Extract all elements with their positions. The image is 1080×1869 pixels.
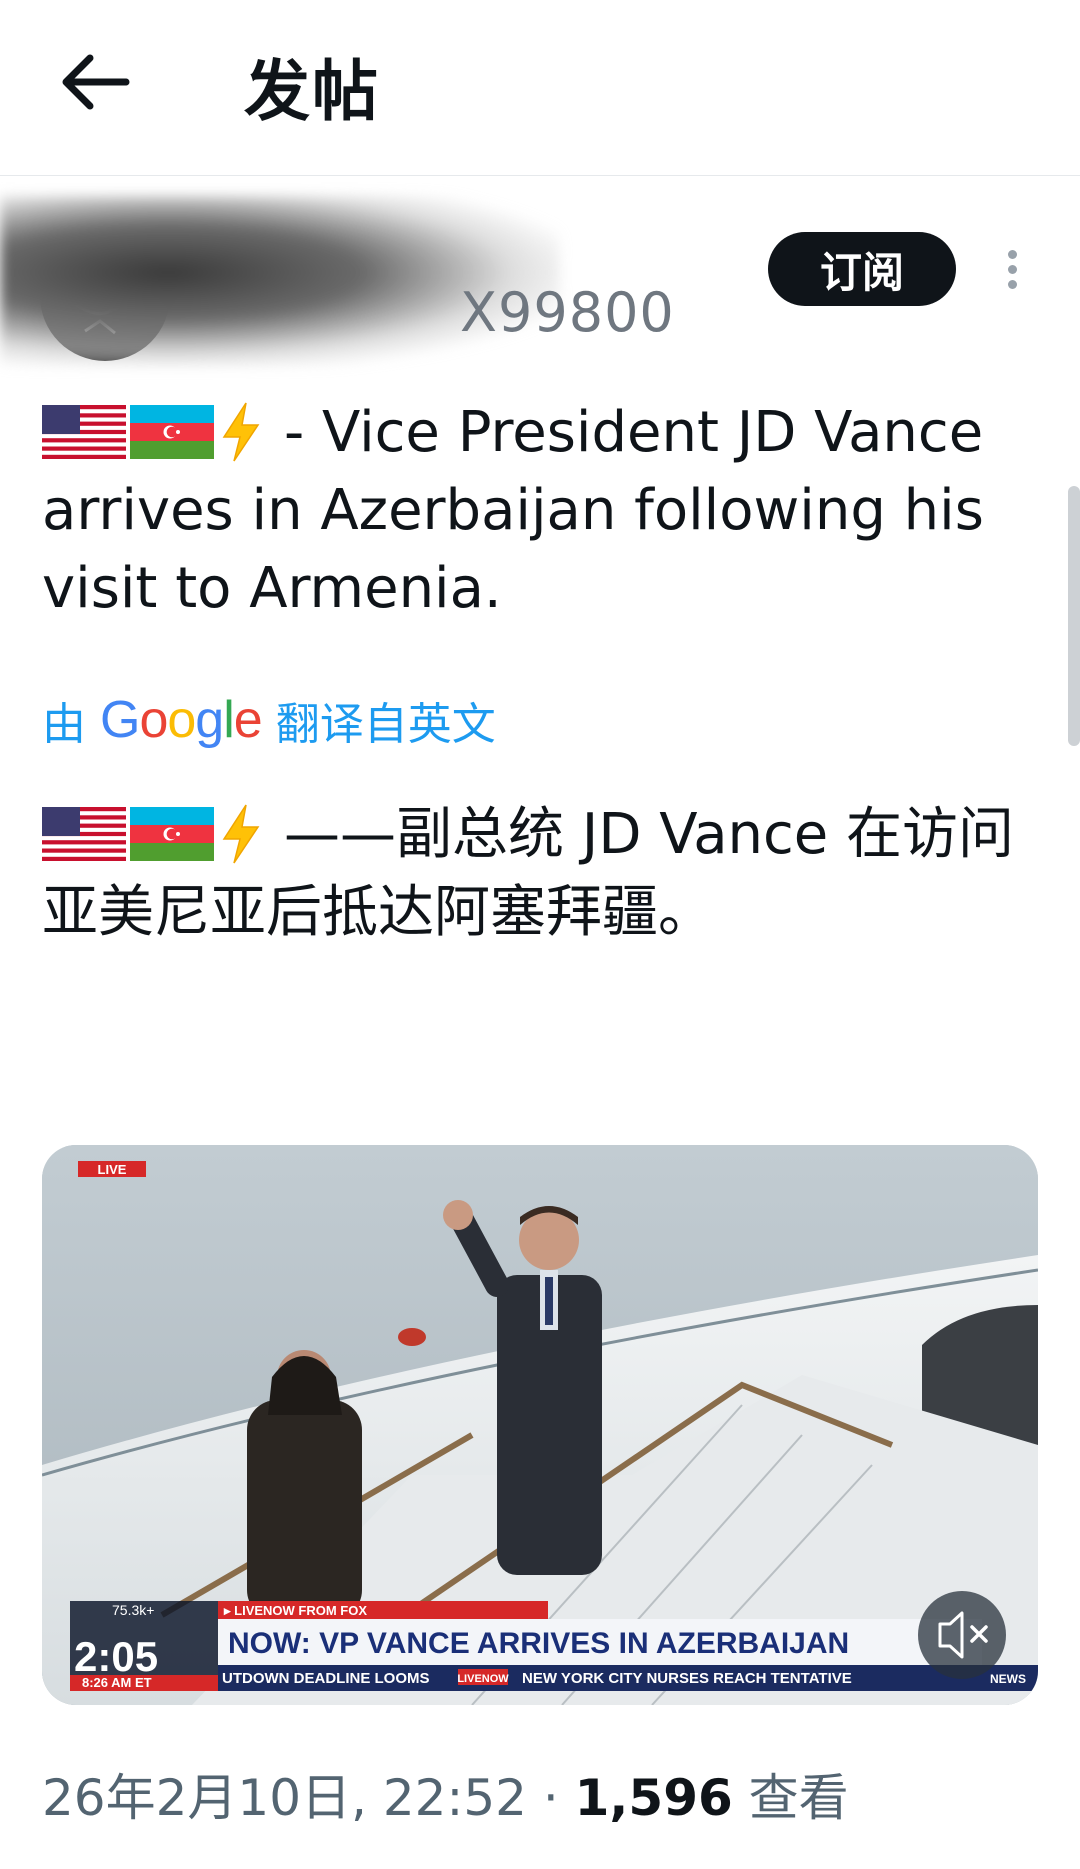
post-original-text: - Vice President JD Vance arrives in Aze… xyxy=(42,394,1022,628)
ticker-left: UTDOWN DEADLINE LOOMS xyxy=(222,1670,430,1687)
google-logo: Google xyxy=(100,691,263,749)
view-count: 75.3k+ xyxy=(112,1602,154,1618)
azerbaijan-flag-icon xyxy=(130,405,214,459)
ticker-right: NEW YORK CITY NURSES REACH TENTATIVE xyxy=(522,1670,852,1687)
us-flag-icon xyxy=(42,807,126,861)
network-badge: NEWS xyxy=(990,1672,1026,1686)
time-zone-line: 8:26 AM ET xyxy=(82,1675,152,1690)
video-player[interactable]: LIVE 75.3k+ 2:05 8:26 AM ET ▸ LIVENOW FR… xyxy=(42,1145,1038,1705)
translation-prefix: 由 xyxy=(42,699,86,750)
video-frame: LIVE 75.3k+ 2:05 8:26 AM ET ▸ LIVENOW FR… xyxy=(42,1145,1038,1705)
more-options-icon[interactable] xyxy=(1003,246,1021,294)
post-date-time[interactable]: 26年2月10日, 22:52 · xyxy=(42,1769,575,1827)
translation-attribution[interactable]: 由 Google 翻译自英文 xyxy=(42,688,496,752)
post-meta: 26年2月10日, 22:52 · 1,596 查看 xyxy=(42,1758,849,1830)
subscribe-button[interactable]: 订阅 xyxy=(768,232,956,306)
azerbaijan-flag-icon xyxy=(130,807,214,861)
ticker-logo: LIVENOW xyxy=(457,1673,509,1685)
live-badge: LIVE xyxy=(98,1162,127,1177)
translation-suffix: 翻译自英文 xyxy=(275,699,496,750)
lightning-icon xyxy=(222,402,260,462)
author-handle[interactable]: X99800 xyxy=(460,281,675,344)
video-clock: 2:05 xyxy=(74,1633,158,1680)
scrollbar[interactable] xyxy=(1068,486,1080,746)
lightning-icon xyxy=(222,804,260,864)
views-label: 查看 xyxy=(732,1769,849,1827)
author-row: X99800 订阅 xyxy=(0,176,1080,376)
top-bar: 发帖 xyxy=(0,0,1080,176)
headline: NOW: VP VANCE ARRIVES IN AZERBAIJAN xyxy=(228,1627,849,1660)
post-translated-text: ——副总统 JD Vance 在访问亚美尼亚后抵达阿塞拜疆。 xyxy=(42,796,1022,952)
page-title: 发帖 xyxy=(244,53,380,130)
mute-icon[interactable] xyxy=(918,1591,1006,1679)
us-flag-icon xyxy=(42,405,126,459)
back-arrow-icon[interactable] xyxy=(60,52,130,112)
views-count: 1,596 xyxy=(574,1769,733,1827)
source-line: ▸ LIVENOW FROM FOX xyxy=(223,1603,367,1618)
